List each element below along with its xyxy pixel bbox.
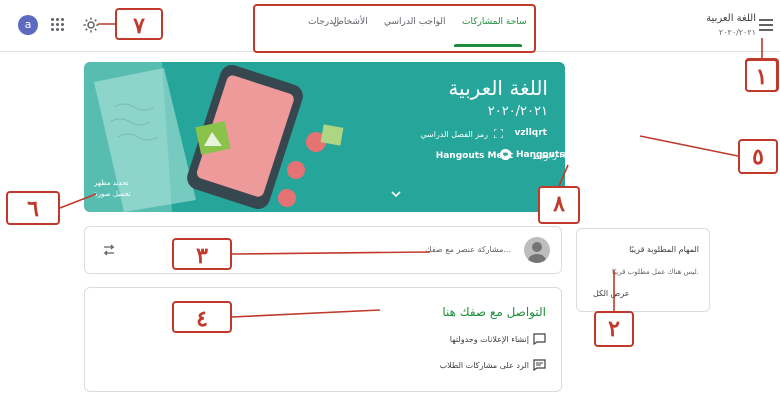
customize-theme-link[interactable]: تحديد مظهر [94, 179, 129, 187]
class-code-value[interactable]: vzllqrt [515, 128, 547, 138]
view-all-link[interactable]: عرض الكل [593, 289, 630, 298]
hamburger-icon[interactable] [759, 19, 773, 31]
course-year: ٢٠٢٠/٢٠٢١ [718, 28, 756, 37]
chevron-down-icon[interactable] [390, 188, 402, 200]
upload-photo-link[interactable]: تحميل صورة [94, 190, 131, 198]
connect-with-class-card: التواصل مع صفك هنا إنشاء الإعلانات وجدول… [84, 287, 562, 392]
banner-course-year: ٢٠٢٠/٢٠٢١ [487, 104, 548, 119]
upcoming-title: المهام المطلوبة قريبًا [629, 245, 699, 254]
hangouts-icon [500, 149, 511, 160]
annotation-callout-7: ٧ [115, 8, 163, 40]
annotation-callout-8: ٨ [538, 186, 580, 224]
comments-icon [533, 359, 546, 371]
annotation-callout-1: ١ [745, 59, 778, 92]
annotation-callout-4: ٤ [172, 301, 232, 333]
upcoming-work-card: المهام المطلوبة قريبًا ليس هناك عمل مطلو… [576, 228, 710, 312]
user-avatar [524, 237, 550, 263]
upcoming-empty-text: ليس هناك عمل مطلوب قريبًا. [612, 268, 699, 276]
annotation-callout-2: ٢ [594, 311, 634, 347]
class-banner: اللغة العربية ٢٠٢٠/٢٠٢١ vzllqrt رمز الفص… [84, 62, 565, 212]
fullscreen-icon[interactable] [494, 129, 503, 138]
apps-grid-icon[interactable] [51, 18, 65, 32]
connect-item-announcements: إنشاء الإعلانات وجدولتها [449, 335, 529, 344]
gear-icon[interactable] [82, 16, 100, 34]
account-avatar[interactable]: a [18, 15, 38, 35]
annotation-frame-tabs [253, 4, 536, 53]
course-title[interactable]: اللغة العربية [706, 13, 756, 24]
meet-name[interactable]: Hangouts Meet [516, 150, 565, 160]
banner-course-title: اللغة العربية [448, 76, 548, 100]
class-code-label: رمز الفصل الدراسي [420, 130, 488, 139]
repost-icon[interactable] [101, 242, 117, 258]
annotation-callout-3: ٣ [172, 238, 232, 270]
connect-title: التواصل مع صفك هنا [442, 305, 546, 319]
share-with-class-card[interactable]: مشاركة عنصر مع صفك... [84, 226, 562, 274]
annotation-callout-6: ٦ [6, 191, 60, 225]
announcement-icon [533, 333, 546, 345]
annotation-callout-5: ٥ [738, 139, 778, 174]
share-placeholder[interactable]: مشاركة عنصر مع صفك... [425, 245, 511, 254]
connect-item-replies: الرد على مشاركات الطلاب [439, 361, 529, 370]
